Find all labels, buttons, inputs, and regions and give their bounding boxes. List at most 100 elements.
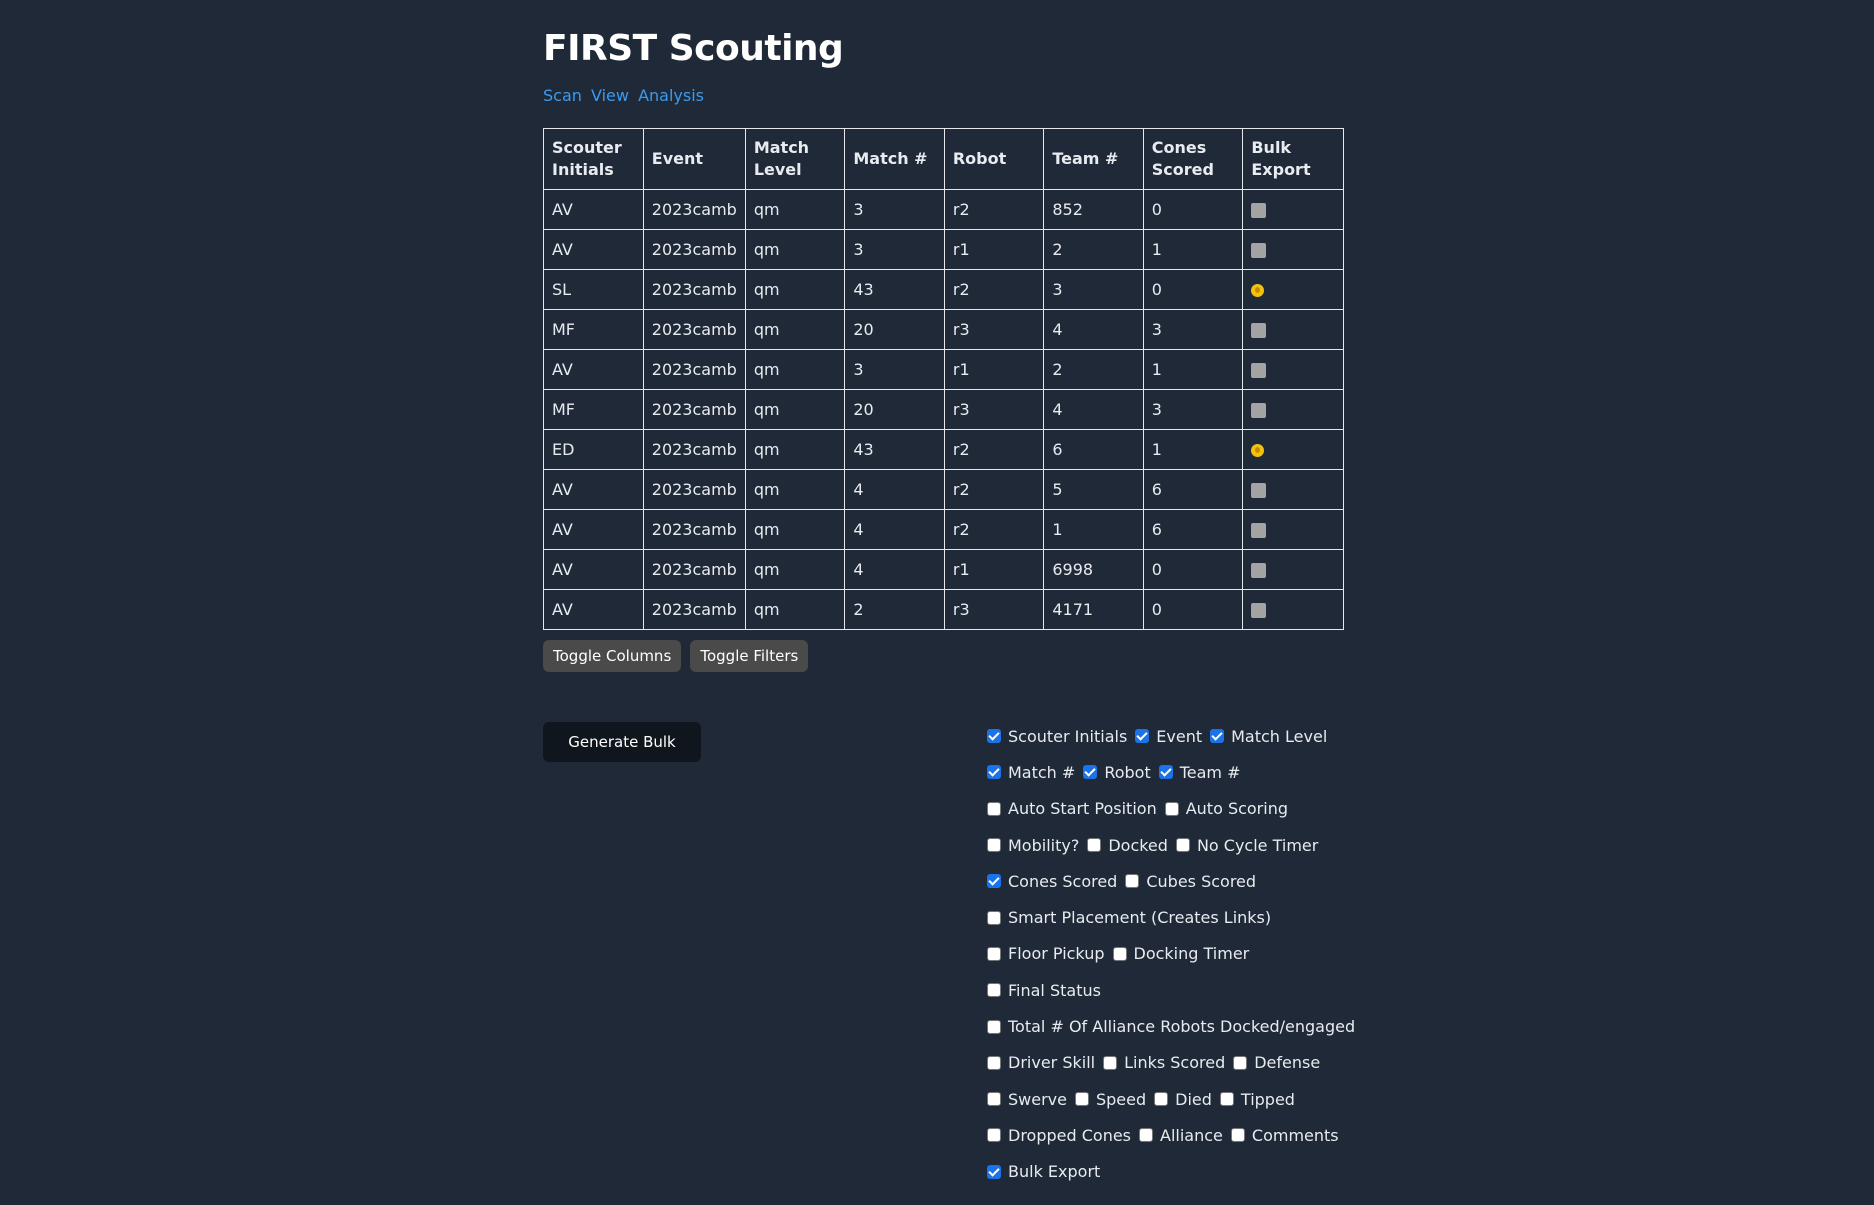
cell-scouter-initials: MF	[543, 309, 644, 350]
column-toggle-comments[interactable]: Comments	[1230, 1126, 1339, 1145]
column-toggle-tipped[interactable]: Tipped	[1219, 1090, 1295, 1109]
header-robot[interactable]: Robot	[943, 128, 1045, 190]
column-toggle-total-of-alliance-robots-docked-engaged[interactable]: Total # Of Alliance Robots Docked/engage…	[987, 1017, 1355, 1036]
cell-team-number: 5	[1043, 469, 1144, 510]
bulk-export-checkbox[interactable]	[1251, 403, 1267, 418]
header-match-level[interactable]: Match Level	[744, 128, 846, 190]
column-toggle-docking-timer[interactable]: Docking Timer	[1112, 944, 1249, 963]
checkbox-checked[interactable]	[1083, 765, 1098, 780]
checkbox-unchecked[interactable]	[1175, 838, 1190, 853]
checkbox-unchecked[interactable]	[1112, 946, 1127, 961]
checkbox-unchecked[interactable]	[987, 1019, 1001, 1034]
cell-scouter-initials: AV	[543, 189, 644, 230]
column-toggle-died[interactable]: Died	[1154, 1090, 1212, 1109]
column-toggle-match[interactable]: Match #	[987, 763, 1075, 782]
bulk-export-checkbox[interactable]	[1251, 483, 1267, 498]
bulk-export-checkbox[interactable]	[1251, 603, 1267, 618]
checkbox-unchecked[interactable]	[1233, 1055, 1248, 1070]
bulk-export-checkbox[interactable]	[1251, 363, 1267, 378]
column-toggle-team[interactable]: Team #	[1158, 763, 1241, 782]
nav-link-view[interactable]: View	[591, 86, 629, 105]
checkbox-unchecked[interactable]	[1087, 838, 1102, 853]
column-toggle-cubes-scored[interactable]: Cubes Scored	[1125, 872, 1256, 891]
nav-link-scan[interactable]: Scan	[543, 86, 582, 105]
emoji-icon[interactable]	[1251, 284, 1265, 297]
header-team-number[interactable]: Team #	[1043, 128, 1144, 190]
cell-bulk-export	[1242, 269, 1344, 310]
column-toggle-auto-start-position[interactable]: Auto Start Position	[987, 799, 1157, 818]
bulk-export-checkbox[interactable]	[1251, 203, 1267, 218]
checkbox-checked[interactable]	[1135, 729, 1150, 744]
header-event[interactable]: Event	[642, 128, 746, 190]
checkbox-checked[interactable]	[987, 874, 1001, 889]
header-scouter-initials[interactable]: Scouter Initials	[543, 128, 644, 190]
checkbox-unchecked[interactable]	[987, 983, 1001, 998]
cell-robot: r2	[943, 509, 1045, 550]
nav-link-analysis[interactable]: Analysis	[638, 86, 704, 105]
checkbox-unchecked[interactable]	[987, 801, 1001, 816]
checkbox-unchecked[interactable]	[1164, 801, 1179, 816]
table-row: AV 2023camb qm 4 r2 1 6	[543, 509, 1344, 550]
emoji-icon[interactable]	[1251, 444, 1265, 457]
cell-bulk-export	[1242, 189, 1344, 230]
header-match-number[interactable]: Match #	[844, 128, 945, 190]
cell-event: 2023camb	[642, 349, 746, 390]
checkbox-unchecked[interactable]	[1074, 1092, 1089, 1107]
bulk-export-checkbox[interactable]	[1251, 323, 1267, 338]
bulk-export-checkbox[interactable]	[1251, 523, 1267, 538]
checkbox-unchecked[interactable]	[987, 910, 1001, 925]
column-toggle-speed[interactable]: Speed	[1074, 1090, 1146, 1109]
cell-cones-scored: 0	[1142, 589, 1244, 630]
column-toggle-auto-scoring[interactable]: Auto Scoring	[1164, 799, 1288, 818]
checkbox-checked[interactable]	[1210, 729, 1225, 744]
column-toggle-label: Smart Placement (Creates Links)	[1008, 908, 1272, 928]
cell-match-level: qm	[744, 549, 846, 590]
generate-bulk-button[interactable]: Generate Bulk	[543, 722, 701, 762]
checkbox-checked[interactable]	[987, 1164, 1001, 1179]
bulk-export-checkbox[interactable]	[1251, 243, 1267, 258]
header-cones-scored[interactable]: Cones Scored	[1142, 128, 1244, 190]
column-toggle-driver-skill[interactable]: Driver Skill	[987, 1053, 1095, 1072]
checkbox-unchecked[interactable]	[987, 1092, 1001, 1107]
cell-robot: r1	[943, 549, 1045, 590]
column-toggle-robot[interactable]: Robot	[1083, 763, 1151, 782]
cell-bulk-export	[1242, 549, 1344, 590]
column-toggle-event[interactable]: Event	[1135, 727, 1202, 746]
checkbox-unchecked[interactable]	[1125, 874, 1140, 889]
column-toggle-floor-pickup[interactable]: Floor Pickup	[987, 944, 1105, 963]
checkbox-unchecked[interactable]	[987, 1055, 1001, 1070]
checkbox-unchecked[interactable]	[1139, 1128, 1154, 1143]
checkbox-unchecked[interactable]	[1103, 1055, 1118, 1070]
cell-robot: r2	[943, 429, 1045, 470]
checkbox-checked[interactable]	[987, 729, 1001, 744]
checkbox-unchecked[interactable]	[1230, 1128, 1245, 1143]
cell-match-number: 4	[844, 469, 945, 510]
checkbox-unchecked[interactable]	[987, 1128, 1001, 1143]
column-toggle-swerve[interactable]: Swerve	[987, 1090, 1067, 1109]
column-toggle-no-cycle-timer[interactable]: No Cycle Timer	[1175, 836, 1318, 855]
toggle-columns-button[interactable]: Toggle Columns	[543, 640, 682, 672]
cell-match-number: 20	[844, 389, 945, 430]
checkbox-checked[interactable]	[987, 765, 1001, 780]
header-bulk-export[interactable]: Bulk Export	[1242, 128, 1344, 190]
checkbox-unchecked[interactable]	[987, 838, 1001, 853]
column-toggle-defense[interactable]: Defense	[1233, 1053, 1320, 1072]
column-toggle-alliance[interactable]: Alliance	[1139, 1126, 1223, 1145]
column-toggle-bulk-export[interactable]: Bulk Export	[987, 1162, 1100, 1181]
column-toggle-cones-scored[interactable]: Cones Scored	[987, 872, 1117, 891]
column-toggle-final-status[interactable]: Final Status	[987, 981, 1101, 1000]
bulk-export-checkbox[interactable]	[1251, 563, 1267, 578]
column-toggle-scouter-initials[interactable]: Scouter Initials	[987, 727, 1127, 746]
table-header-row: Scouter Initials Event Match Level Match…	[543, 128, 1344, 190]
checkbox-unchecked[interactable]	[987, 946, 1001, 961]
column-toggle-docked[interactable]: Docked	[1087, 836, 1168, 855]
column-toggle-match-level[interactable]: Match Level	[1210, 727, 1327, 746]
checkbox-checked[interactable]	[1158, 765, 1173, 780]
column-toggle-mobility[interactable]: Mobility?	[987, 836, 1079, 855]
column-toggle-links-scored[interactable]: Links Scored	[1103, 1053, 1225, 1072]
column-toggle-smart-placement-creates-links[interactable]: Smart Placement (Creates Links)	[987, 908, 1271, 927]
checkbox-unchecked[interactable]	[1154, 1092, 1169, 1107]
toggle-filters-button[interactable]: Toggle Filters	[690, 640, 809, 672]
checkbox-unchecked[interactable]	[1219, 1092, 1234, 1107]
column-toggle-dropped-cones[interactable]: Dropped Cones	[987, 1126, 1131, 1145]
